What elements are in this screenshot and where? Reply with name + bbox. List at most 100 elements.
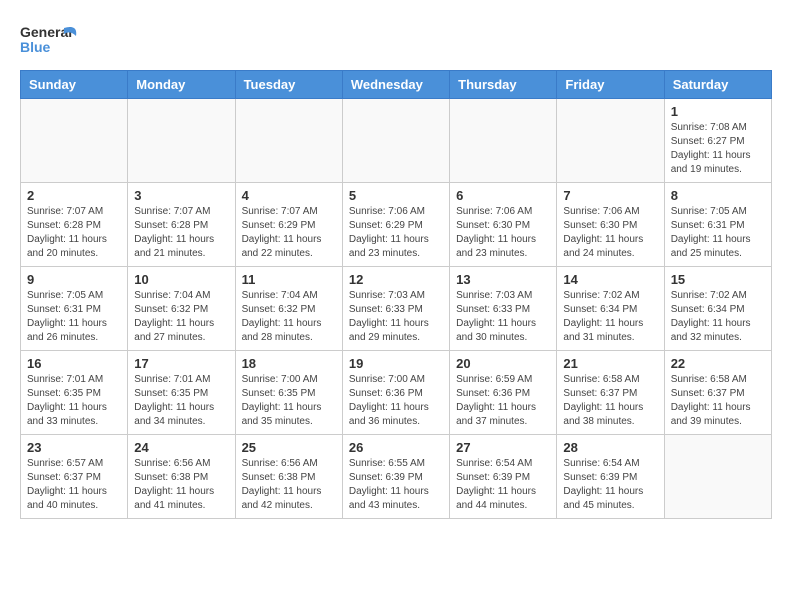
logo: GeneralBlue [20,20,80,60]
calendar-day-8: 8 Sunrise: 7:05 AM Sunset: 6:31 PM Daylig… [664,183,771,267]
calendar-day-14: 14 Sunrise: 7:02 AM Sunset: 6:34 PM Dayli… [557,267,664,351]
day-info: Sunrise: 6:57 AM Sunset: 6:37 PM Dayligh… [27,457,121,513]
calendar-day-19: 19 Sunrise: 7:00 AM Sunset: 6:36 PM Dayli… [342,351,449,435]
calendar-week-row: 9 Sunrise: 7:05 AM Sunset: 6:31 PM Daylig… [21,267,772,351]
day-info: Sunrise: 7:01 AM Sunset: 6:35 PM Dayligh… [134,373,228,429]
day-number: 16 [27,356,121,371]
day-info: Sunrise: 6:56 AM Sunset: 6:38 PM Dayligh… [134,457,228,513]
calendar-day-17: 17 Sunrise: 7:01 AM Sunset: 6:35 PM Dayli… [128,351,235,435]
day-info: Sunrise: 7:07 AM Sunset: 6:29 PM Dayligh… [242,205,336,261]
calendar-header-friday: Friday [557,71,664,99]
day-info: Sunrise: 7:02 AM Sunset: 6:34 PM Dayligh… [563,289,657,345]
calendar-day-26: 26 Sunrise: 6:55 AM Sunset: 6:39 PM Dayli… [342,435,449,519]
calendar-day-10: 10Sunrise: 7:04 AM Sunset: 6:32 PM Dayli… [128,267,235,351]
calendar-day-18: 18 Sunrise: 7:00 AM Sunset: 6:35 PM Dayli… [235,351,342,435]
calendar-week-row: 2 Sunrise: 7:07 AM Sunset: 6:28 PM Daylig… [21,183,772,267]
day-info: Sunrise: 7:07 AM Sunset: 6:28 PM Dayligh… [27,205,121,261]
calendar-header-sunday: Sunday [21,71,128,99]
day-info: Sunrise: 7:01 AM Sunset: 6:35 PM Dayligh… [27,373,121,429]
day-number: 17 [134,356,228,371]
day-number: 5 [349,188,443,203]
day-info: Sunrise: 7:06 AM Sunset: 6:30 PM Dayligh… [563,205,657,261]
day-number: 20 [456,356,550,371]
calendar-day-3: 3 Sunrise: 7:07 AM Sunset: 6:28 PM Daylig… [128,183,235,267]
day-info: Sunrise: 6:54 AM Sunset: 6:39 PM Dayligh… [456,457,550,513]
day-number: 2 [27,188,121,203]
header: GeneralBlue [20,20,772,60]
calendar-header-saturday: Saturday [664,71,771,99]
calendar-day-16: 16 Sunrise: 7:01 AM Sunset: 6:35 PM Dayli… [21,351,128,435]
day-info: Sunrise: 7:00 AM Sunset: 6:35 PM Dayligh… [242,373,336,429]
calendar-header-monday: Monday [128,71,235,99]
calendar-day-2: 2 Sunrise: 7:07 AM Sunset: 6:28 PM Daylig… [21,183,128,267]
day-info: Sunrise: 7:03 AM Sunset: 6:33 PM Dayligh… [456,289,550,345]
day-info: Sunrise: 7:02 AM Sunset: 6:34 PM Dayligh… [671,289,765,345]
calendar-header-row: SundayMondayTuesdayWednesdayThursdayFrid… [21,71,772,99]
calendar-day-22: 22 Sunrise: 6:58 AM Sunset: 6:37 PM Dayli… [664,351,771,435]
calendar-week-row: 16 Sunrise: 7:01 AM Sunset: 6:35 PM Dayli… [21,351,772,435]
calendar-day-7: 7 Sunrise: 7:06 AM Sunset: 6:30 PM Daylig… [557,183,664,267]
calendar-day-28: 28 Sunrise: 6:54 AM Sunset: 6:39 PM Dayli… [557,435,664,519]
day-number: 9 [27,272,121,287]
day-info: Sunrise: 7:05 AM Sunset: 6:31 PM Dayligh… [671,205,765,261]
day-info: Sunrise: 7:00 AM Sunset: 6:36 PM Dayligh… [349,373,443,429]
day-info: Sunrise: 6:55 AM Sunset: 6:39 PM Dayligh… [349,457,443,513]
calendar-header-tuesday: Tuesday [235,71,342,99]
day-number: 26 [349,440,443,455]
calendar-header-wednesday: Wednesday [342,71,449,99]
calendar-day-27: 27 Sunrise: 6:54 AM Sunset: 6:39 PM Dayli… [450,435,557,519]
day-number: 14 [563,272,657,287]
calendar-day-1: 1 Sunrise: 7:08 AM Sunset: 6:27 PM Daylig… [664,99,771,183]
day-number: 21 [563,356,657,371]
calendar-day-23: 23 Sunrise: 6:57 AM Sunset: 6:37 PM Dayli… [21,435,128,519]
calendar-week-row: 23 Sunrise: 6:57 AM Sunset: 6:37 PM Dayli… [21,435,772,519]
calendar-week-row: 1 Sunrise: 7:08 AM Sunset: 6:27 PM Daylig… [21,99,772,183]
day-info: Sunrise: 7:04 AM Sunset: 6:32 PM Dayligh… [242,289,336,345]
calendar-day-empty [21,99,128,183]
day-number: 6 [456,188,550,203]
calendar-day-empty [128,99,235,183]
calendar-day-empty [557,99,664,183]
day-number: 7 [563,188,657,203]
calendar-day-15: 15 Sunrise: 7:02 AM Sunset: 6:34 PM Dayli… [664,267,771,351]
day-number: 1 [671,104,765,119]
calendar-day-empty [342,99,449,183]
day-info: Sunrise: 7:05 AM Sunset: 6:31 PM Dayligh… [27,289,121,345]
day-number: 8 [671,188,765,203]
calendar-day-9: 9 Sunrise: 7:05 AM Sunset: 6:31 PM Daylig… [21,267,128,351]
day-number: 19 [349,356,443,371]
calendar-day-25: 25 Sunrise: 6:56 AM Sunset: 6:38 PM Dayli… [235,435,342,519]
day-info: Sunrise: 7:06 AM Sunset: 6:30 PM Dayligh… [456,205,550,261]
calendar-day-6: 6 Sunrise: 7:06 AM Sunset: 6:30 PM Daylig… [450,183,557,267]
calendar-day-12: 12Sunrise: 7:03 AM Sunset: 6:33 PM Dayli… [342,267,449,351]
day-number: 12 [349,272,443,287]
day-number: 22 [671,356,765,371]
calendar-day-13: 13 Sunrise: 7:03 AM Sunset: 6:33 PM Dayli… [450,267,557,351]
day-info: Sunrise: 7:07 AM Sunset: 6:28 PM Dayligh… [134,205,228,261]
day-number: 18 [242,356,336,371]
day-number: 27 [456,440,550,455]
day-number: 25 [242,440,336,455]
day-number: 15 [671,272,765,287]
day-number: 28 [563,440,657,455]
day-info: Sunrise: 6:54 AM Sunset: 6:39 PM Dayligh… [563,457,657,513]
day-info: Sunrise: 7:08 AM Sunset: 6:27 PM Dayligh… [671,121,765,177]
day-number: 4 [242,188,336,203]
calendar-day-24: 24 Sunrise: 6:56 AM Sunset: 6:38 PM Dayli… [128,435,235,519]
calendar-day-empty [664,435,771,519]
day-number: 13 [456,272,550,287]
day-number: 24 [134,440,228,455]
day-info: Sunrise: 7:06 AM Sunset: 6:29 PM Dayligh… [349,205,443,261]
day-number: 3 [134,188,228,203]
day-info: Sunrise: 6:59 AM Sunset: 6:36 PM Dayligh… [456,373,550,429]
logo-svg: GeneralBlue [20,20,80,60]
calendar-day-11: 11 Sunrise: 7:04 AM Sunset: 6:32 PM Dayli… [235,267,342,351]
calendar-day-empty [235,99,342,183]
day-info: Sunrise: 6:56 AM Sunset: 6:38 PM Dayligh… [242,457,336,513]
day-number: 11 [242,272,336,287]
calendar-day-4: 4 Sunrise: 7:07 AM Sunset: 6:29 PM Daylig… [235,183,342,267]
day-number: 23 [27,440,121,455]
day-info: Sunrise: 6:58 AM Sunset: 6:37 PM Dayligh… [671,373,765,429]
calendar-day-5: 5 Sunrise: 7:06 AM Sunset: 6:29 PM Daylig… [342,183,449,267]
calendar-table: SundayMondayTuesdayWednesdayThursdayFrid… [20,70,772,519]
